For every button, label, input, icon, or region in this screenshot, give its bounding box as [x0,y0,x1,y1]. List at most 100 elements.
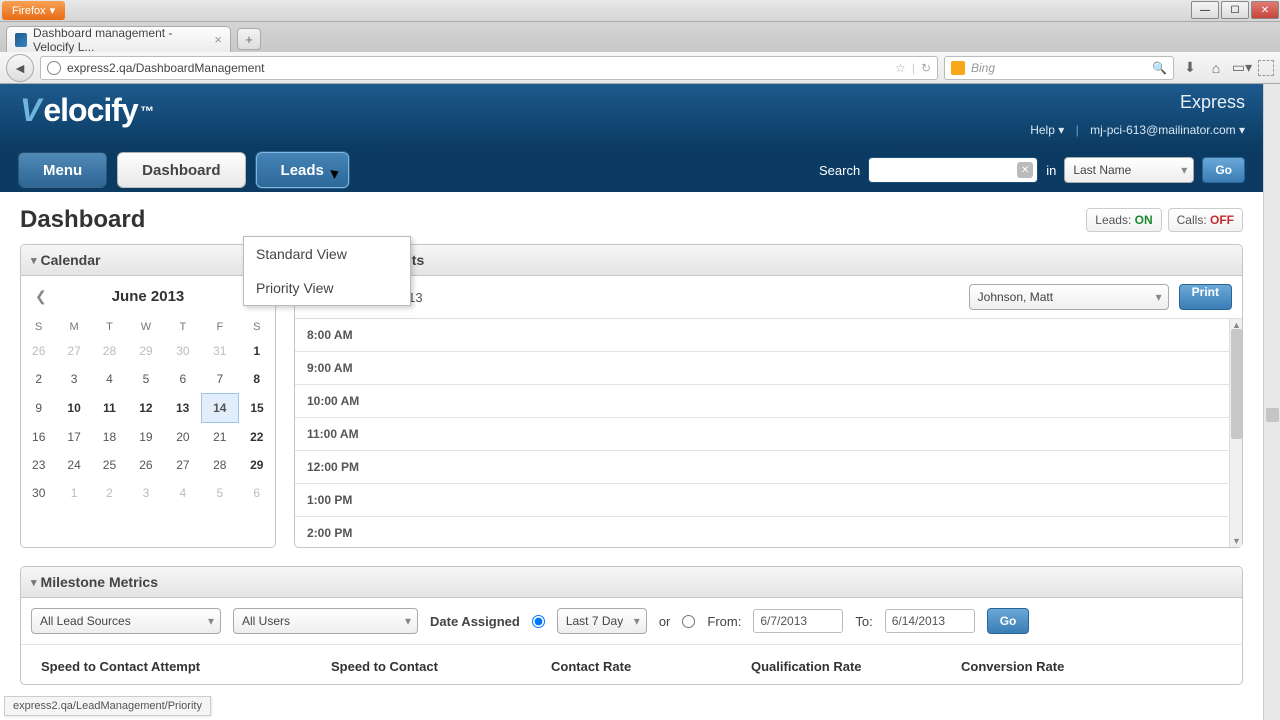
calendar-day[interactable]: 20 [165,423,201,452]
calendar-day[interactable]: 25 [92,451,127,479]
calendar-day[interactable]: 4 [165,479,201,507]
calendar-day[interactable]: 29 [127,337,165,365]
calendar-day[interactable]: 6 [165,365,201,394]
time-slot[interactable]: 10:00 AM [295,385,1242,418]
prev-month-icon[interactable]: ❮ [35,288,47,305]
calendar-day[interactable]: 7 [201,365,238,394]
calendar-day[interactable]: 19 [127,423,165,452]
addon-icon[interactable] [1258,60,1274,76]
calendar-day[interactable]: 10 [56,394,91,423]
browser-search-input[interactable]: Bing 🔍 [944,56,1174,80]
window-titlebar: Firefox▾ — ☐ ✕ [0,0,1280,22]
calendar-day[interactable]: 11 [92,394,127,423]
calendar-day[interactable]: 26 [127,451,165,479]
calendar-day[interactable]: 13 [165,394,201,423]
to-date-input[interactable] [885,609,975,633]
minimize-button[interactable]: — [1191,1,1219,19]
home-icon[interactable]: ⌂ [1206,58,1226,78]
search-icon[interactable]: 🔍 [1152,61,1167,75]
search-input[interactable]: ✕ [868,157,1038,183]
from-date-input[interactable] [753,609,843,633]
dropdown-priority-view[interactable]: Priority View [244,271,410,305]
metrics-header[interactable]: Milestone Metrics [21,567,1242,598]
calendar-day[interactable]: 28 [92,337,127,365]
calendar-day[interactable]: 2 [92,479,127,507]
calendar-day[interactable]: 27 [56,337,91,365]
page-scrollbar[interactable] [1263,84,1280,720]
address-input[interactable]: express2.qa/DashboardManagement ☆ | ↻ [40,56,938,80]
calendar-day[interactable]: 29 [239,451,275,479]
calendar-day[interactable]: 31 [201,337,238,365]
search-go-button[interactable]: Go [1202,157,1245,183]
clear-search-icon[interactable]: ✕ [1017,162,1033,178]
calendar-day[interactable]: 4 [92,365,127,394]
print-button[interactable]: Print [1179,284,1232,310]
new-tab-button[interactable]: + [237,28,261,50]
calendar-day[interactable]: 21 [201,423,238,452]
time-slot[interactable]: 8:00 AM [295,319,1242,352]
calls-toggle[interactable]: Calls: OFF [1168,208,1243,232]
calendar-day[interactable]: 3 [127,479,165,507]
close-button[interactable]: ✕ [1251,1,1279,19]
browser-tab[interactable]: Dashboard management - Velocify L... × [6,26,231,52]
custom-range-radio[interactable] [682,615,695,628]
events-header[interactable]: Calendar Events [295,245,1242,276]
calendar-day[interactable]: 17 [56,423,91,452]
dropdown-standard-view[interactable]: Standard View [244,237,410,271]
close-tab-icon[interactable]: × [214,32,222,47]
calendar-day[interactable]: 26 [21,337,56,365]
firefox-menu-button[interactable]: Firefox▾ [2,1,65,20]
maximize-button[interactable]: ☐ [1221,1,1249,19]
calendar-day[interactable]: 8 [239,365,275,394]
calendar-day[interactable]: 30 [165,337,201,365]
time-slot[interactable]: 2:00 PM [295,517,1242,547]
time-slot[interactable]: 1:00 PM [295,484,1242,517]
bookmarks-menu-icon[interactable]: ▭▾ [1232,58,1252,78]
menu-button[interactable]: Menu [18,152,107,188]
calendar-day[interactable]: 2 [21,365,56,394]
events-scroll-thumb[interactable] [1231,329,1242,439]
range-select[interactable]: Last 7 Day [557,608,647,634]
calendar-day[interactable]: 12 [127,394,165,423]
calendar-day[interactable]: 3 [56,365,91,394]
back-button[interactable]: ◄ [6,54,34,82]
from-label: From: [707,614,741,629]
user-menu[interactable]: mj-pci-613@mailinator.com ▾ [1090,123,1245,137]
events-user-select[interactable]: Johnson, Matt [969,284,1169,310]
range-radio[interactable] [532,615,545,628]
search-field-select[interactable]: Last Name [1064,157,1194,183]
calendar-day[interactable]: 30 [21,479,56,507]
time-slot[interactable]: 11:00 AM [295,418,1242,451]
calendar-day[interactable]: 14 [201,394,238,423]
calendar-day[interactable]: 6 [239,479,275,507]
help-link[interactable]: Help ▾ [1030,123,1064,137]
calendar-day[interactable]: 28 [201,451,238,479]
calendar-day[interactable]: 5 [201,479,238,507]
leads-toggle[interactable]: Leads: ON [1086,208,1161,232]
calendar-day[interactable]: 15 [239,394,275,423]
tab-bar: Dashboard management - Velocify L... × + [0,22,1280,52]
time-slot[interactable]: 9:00 AM [295,352,1242,385]
lead-source-select[interactable]: All Lead Sources [31,608,221,634]
to-label: To: [855,614,872,629]
metrics-go-button[interactable]: Go [987,608,1030,634]
time-slot[interactable]: 12:00 PM [295,451,1242,484]
calendar-day[interactable]: 24 [56,451,91,479]
events-scrollbar[interactable]: ▲ ▼ [1229,319,1242,547]
calendar-day[interactable]: 1 [56,479,91,507]
users-select[interactable]: All Users [233,608,418,634]
dashboard-tab[interactable]: Dashboard [117,152,245,188]
calendar-day[interactable]: 22 [239,423,275,452]
scroll-thumb[interactable] [1266,408,1279,422]
calendar-day[interactable]: 16 [21,423,56,452]
calendar-header[interactable]: Calendar [21,245,275,276]
bookmark-icon[interactable]: ☆ [895,61,906,75]
downloads-icon[interactable]: ⬇ [1180,58,1200,78]
calendar-day[interactable]: 9 [21,394,56,423]
calendar-day[interactable]: 5 [127,365,165,394]
calendar-day[interactable]: 18 [92,423,127,452]
calendar-day[interactable]: 23 [21,451,56,479]
reload-icon[interactable]: ↻ [921,61,931,75]
calendar-day[interactable]: 1 [239,337,275,365]
calendar-day[interactable]: 27 [165,451,201,479]
